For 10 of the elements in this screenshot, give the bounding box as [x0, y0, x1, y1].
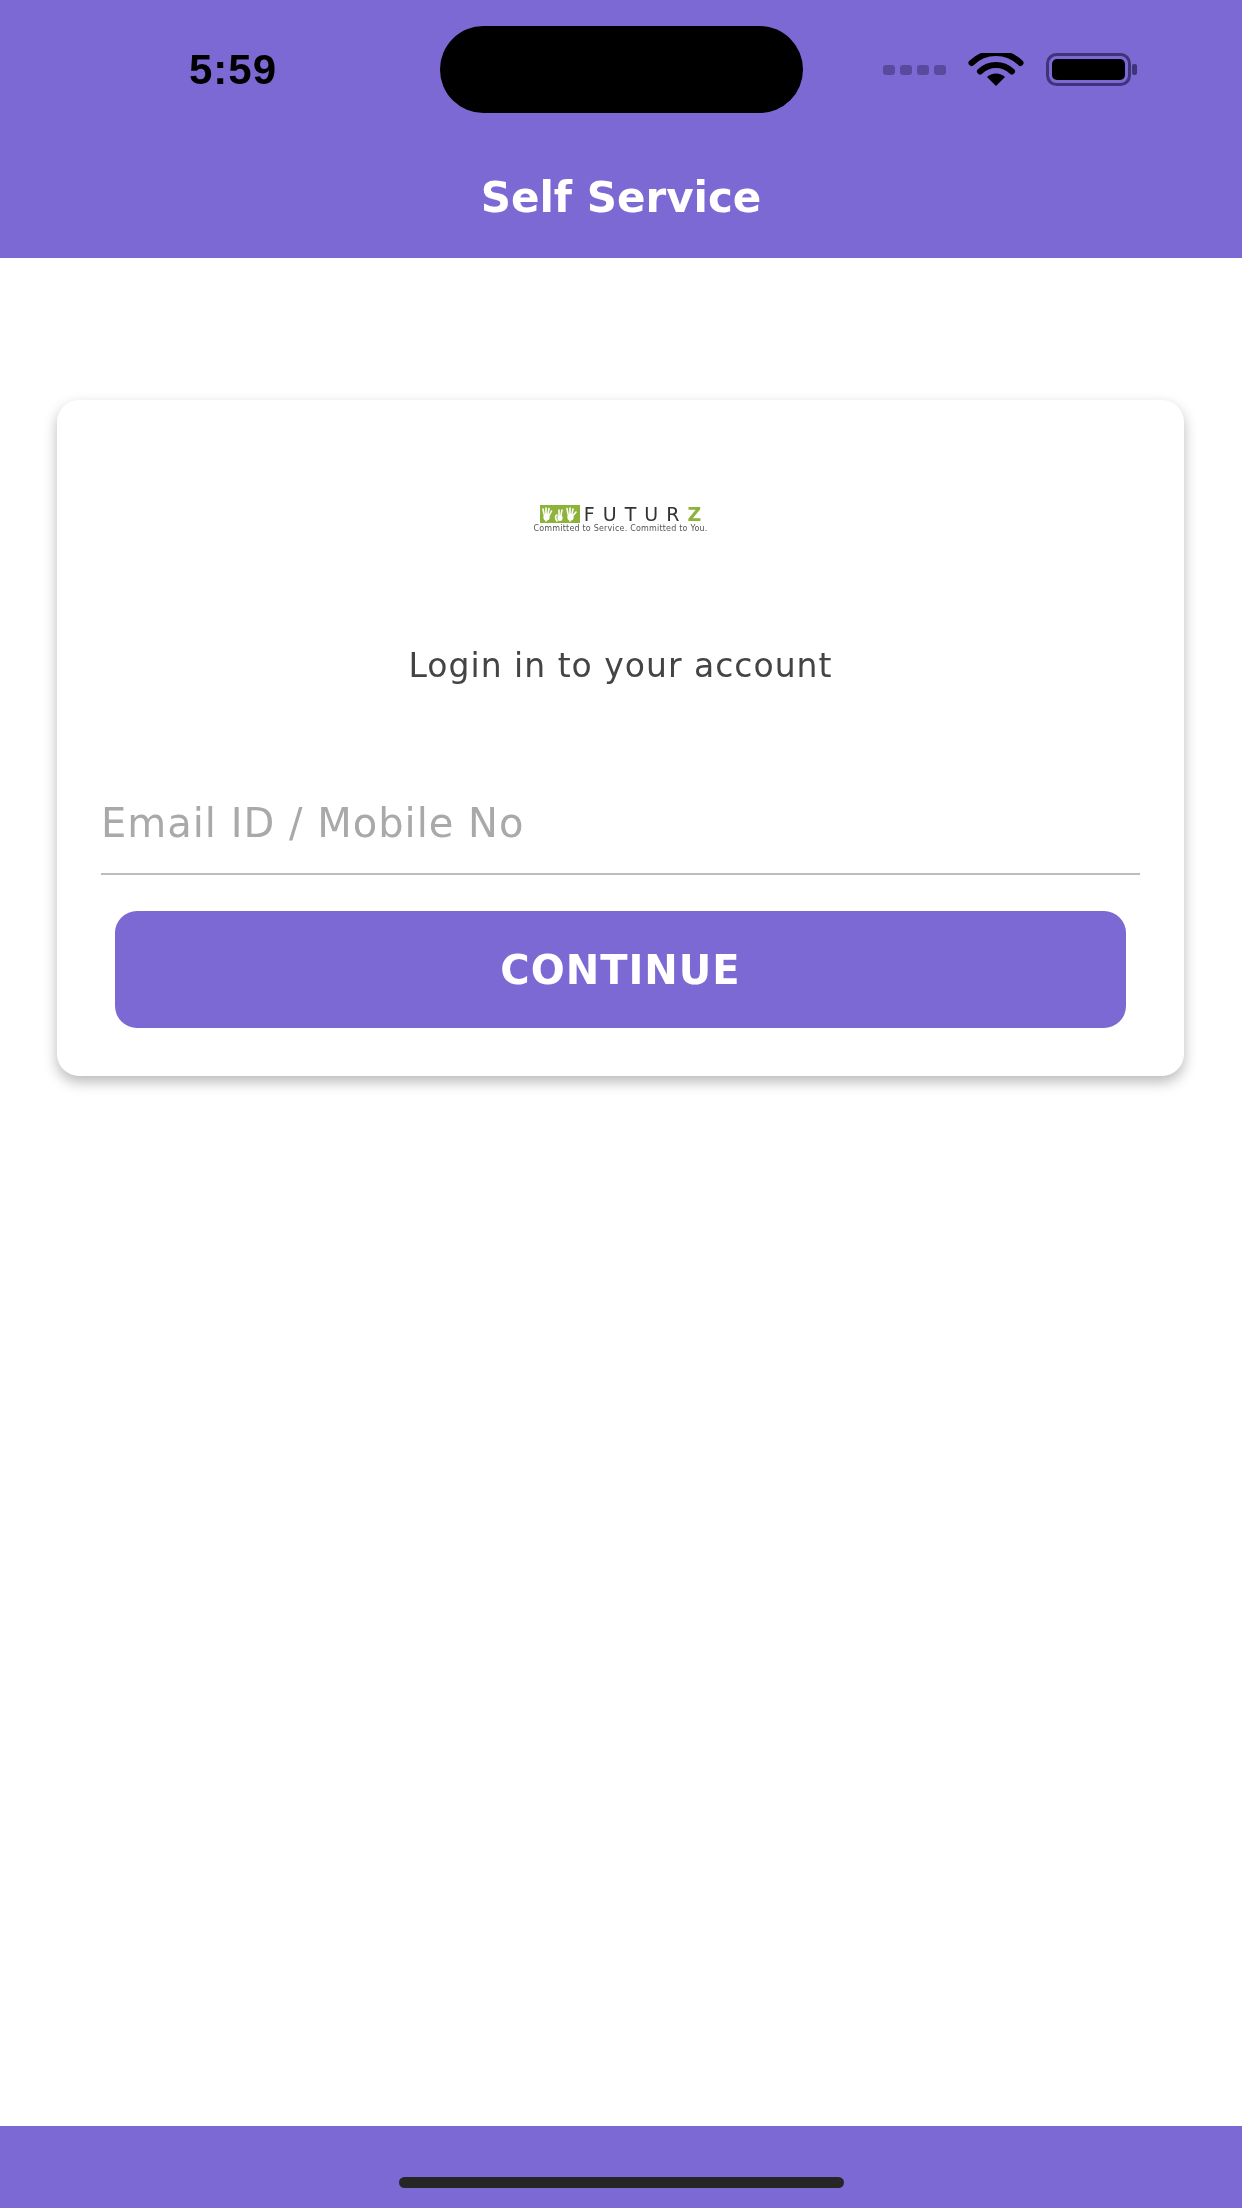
wifi-icon	[968, 53, 1024, 86]
login-heading: Login in to your account	[408, 646, 833, 686]
brand-tagline: Committed to Service. Committed to You.	[533, 524, 708, 533]
status-time: 5:59	[188, 48, 278, 91]
continue-button[interactable]: CONTINUE	[115, 911, 1126, 1028]
header-title: Self Service	[480, 175, 762, 222]
battery-icon	[1046, 53, 1137, 86]
hands-logo-icon	[539, 505, 580, 523]
signal-icon	[883, 64, 946, 75]
email-input-field[interactable]: Email ID / Mobile No	[101, 785, 1140, 875]
